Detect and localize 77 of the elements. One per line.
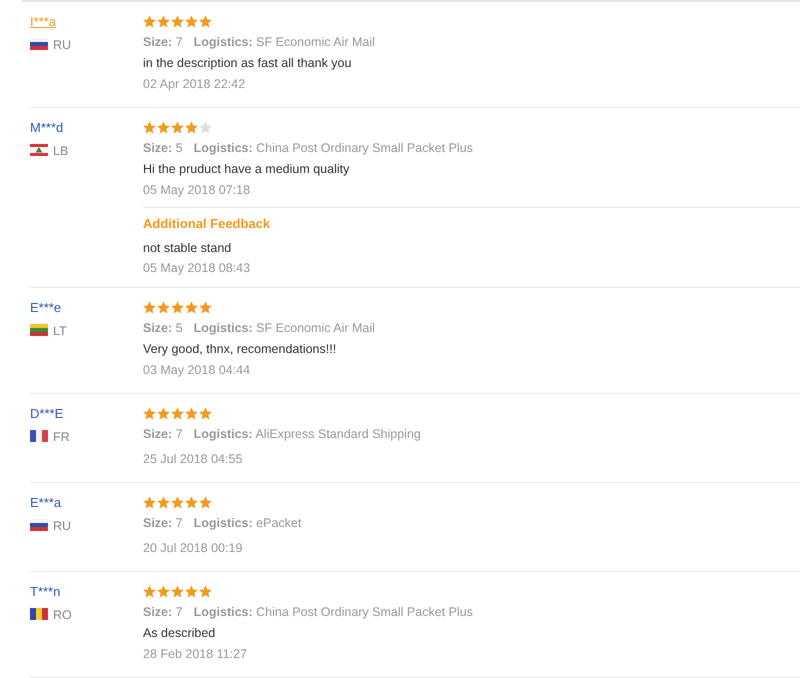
logistics-label: Logistics: <box>194 427 253 441</box>
logistics-value: China Post Ordinary Small Packet Plus <box>256 605 473 619</box>
size-value: 7 <box>176 35 183 49</box>
review-date: 05 May 2018 08:43 <box>143 260 252 277</box>
star-icon <box>171 585 184 598</box>
logistics-label: Logistics: <box>194 141 253 155</box>
review-date: 20 Jul 2018 00:19 <box>143 540 244 557</box>
star-icon <box>199 496 212 509</box>
review-date: 03 May 2018 04:44 <box>143 362 252 379</box>
star-icon <box>143 407 156 420</box>
star-icon <box>185 301 198 314</box>
size-value: 7 <box>176 605 183 619</box>
review-date: 02 Apr 2018 22:42 <box>143 76 246 93</box>
logistics-label: Logistics: <box>194 321 253 335</box>
country-code: RO <box>53 607 72 624</box>
star-icon <box>143 121 156 134</box>
reviewer-name-link[interactable]: E***e <box>30 297 62 318</box>
star-icon <box>171 15 184 28</box>
star-icon <box>185 407 198 420</box>
star-icon <box>157 585 170 598</box>
review-text: not stable stand <box>143 240 232 257</box>
country-code: LB <box>53 143 68 160</box>
logistics-label: Logistics: <box>194 35 253 49</box>
review-date: 28 Feb 2018 11:27 <box>143 646 248 663</box>
star-icon <box>157 15 170 28</box>
star-icon <box>199 301 212 314</box>
star-icon <box>143 496 156 509</box>
logistics-value: AliExpress Standard Shipping <box>255 427 421 441</box>
size-value: 7 <box>176 427 183 441</box>
logistics-label: Logistics: <box>194 605 253 619</box>
country-code: RU <box>53 518 72 535</box>
review-date: 25 Jul 2018 04:55 <box>143 451 244 468</box>
star-icon <box>143 15 156 28</box>
star-icon <box>157 496 170 509</box>
review-date: 05 May 2018 07:18 <box>143 182 252 199</box>
star-icon <box>143 301 156 314</box>
star-icon <box>199 15 212 28</box>
star-icon <box>199 407 212 420</box>
star-icon <box>157 301 170 314</box>
logistics-value: ePacket <box>256 516 302 530</box>
star-icon <box>185 585 198 598</box>
country-code: LT <box>53 323 67 340</box>
size-label: Size: <box>143 516 172 530</box>
reviewer-name-link[interactable]: M***d <box>30 117 64 138</box>
reviewer-name-link[interactable]: E***a <box>30 492 62 513</box>
country-code: RU <box>53 37 72 54</box>
logistics-value: China Post Ordinary Small Packet Plus <box>256 141 473 155</box>
logistics-value: SF Economic Air Mail <box>256 321 375 335</box>
size-value: 5 <box>176 141 183 155</box>
review-text: Hi the pruduct have a medium quality <box>143 161 350 178</box>
star-icon <box>171 301 184 314</box>
star-icon <box>171 121 184 134</box>
size-value: 5 <box>176 321 183 335</box>
size-label: Size: <box>143 141 172 155</box>
star-icon <box>185 121 198 134</box>
star-icon <box>143 585 156 598</box>
review-text: Very good, thnx, recomendations!!! <box>143 341 338 358</box>
size-label: Size: <box>143 35 172 49</box>
size-label: Size: <box>143 605 172 619</box>
size-label: Size: <box>143 427 172 441</box>
star-icon <box>185 496 198 509</box>
size-label: Size: <box>143 321 172 335</box>
review-text: in the description as fast all thank you <box>143 55 352 72</box>
review-text: As described <box>143 625 216 642</box>
star-icon <box>171 407 184 420</box>
additional-feedback-title: Additional Feedback <box>143 215 272 233</box>
logistics-value: SF Economic Air Mail <box>256 35 375 49</box>
star-icon <box>185 15 198 28</box>
reviewer-name-link[interactable]: D***E <box>30 403 64 424</box>
star-icon <box>171 496 184 509</box>
logistics-label: Logistics: <box>194 516 253 530</box>
country-code: FR <box>53 429 70 446</box>
star-icon <box>157 407 170 420</box>
star-icon <box>199 585 212 598</box>
reviewer-name-link[interactable]: T***n <box>30 581 60 602</box>
size-value: 7 <box>176 516 183 530</box>
star-icon <box>157 121 170 134</box>
